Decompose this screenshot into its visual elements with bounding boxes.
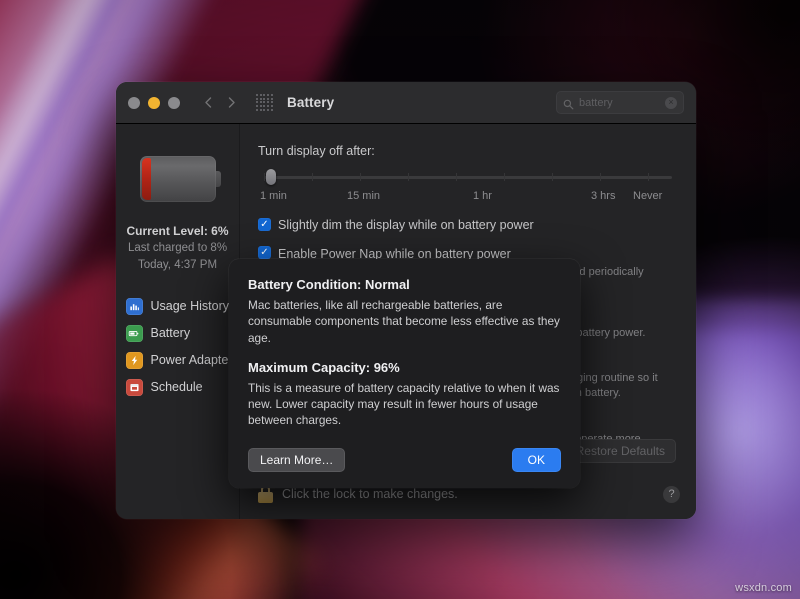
battery-condition-dialog: Battery Condition: Normal Mac batteries,… [229, 259, 580, 488]
slider-tick [408, 173, 409, 181]
sidebar-item-schedule[interactable]: Schedule [126, 374, 240, 401]
dialog-condition-heading: Battery Condition: Normal [248, 277, 561, 292]
minimize-button[interactable] [148, 97, 160, 109]
slider-label-1min: 1 min [260, 190, 287, 202]
dialog-capacity-body: This is a measure of battery capacity re… [248, 380, 561, 429]
dialog-condition-body: Mac batteries, like all rechargeable bat… [248, 297, 561, 346]
slider-tick [600, 173, 601, 181]
battery-level-info: Current Level: 6% Last charged to 8% Tod… [116, 222, 240, 275]
sidebar-item-label: Usage History [151, 299, 230, 313]
checkbox-power-nap[interactable] [258, 246, 271, 259]
restore-defaults-button[interactable]: Restore Defaults [565, 439, 676, 463]
lock-icon[interactable] [258, 485, 273, 503]
sidebar-item-label: Battery [151, 326, 191, 340]
lock-body [258, 492, 273, 503]
search-input-value[interactable]: battery [579, 97, 665, 109]
back-chevron-icon[interactable] [202, 96, 215, 109]
window-toolbar: Battery battery × [116, 82, 696, 124]
zoom-button[interactable] [168, 97, 180, 109]
slider-label-15min: 15 min [347, 190, 380, 202]
sidebar-item-power-adapter[interactable]: Power Adapter [126, 347, 240, 374]
slider-tick [312, 173, 313, 181]
search-icon [563, 97, 574, 108]
window-title: Battery [287, 95, 334, 110]
system-preferences-window: Battery battery × Current Level: 6% Last… [116, 82, 696, 519]
lock-hint-text: Click the lock to make changes. [282, 487, 654, 501]
battery-icon [126, 325, 143, 342]
window-body: Current Level: 6% Last charged to 8% Tod… [116, 124, 696, 519]
sidebar-item-usage-history[interactable]: Usage History [126, 293, 240, 320]
current-level-text: Current Level: 6% [116, 222, 240, 240]
slider-tick [648, 173, 649, 181]
close-button[interactable] [128, 97, 140, 109]
slider-tick-labels: 1 min 15 min 1 hr 3 hrs Never [258, 190, 674, 206]
slider-tick [552, 173, 553, 181]
power-adapter-icon [126, 352, 143, 369]
lock-row: Click the lock to make changes. ? [258, 485, 680, 503]
battery-sidebar: Current Level: 6% Last charged to 8% Tod… [116, 124, 240, 519]
checkbox-label: Slightly dim the display while on batter… [278, 217, 534, 234]
dialog-capacity-heading: Maximum Capacity: 96% [248, 360, 561, 375]
slider-tick [360, 173, 361, 181]
ok-button[interactable]: OK [512, 448, 561, 472]
desktop: wsxdn.com [0, 0, 800, 599]
display-sleep-slider[interactable] [258, 170, 674, 184]
sidebar-item-label: Schedule [151, 380, 203, 394]
dialog-button-row: Learn More… OK [248, 448, 561, 472]
last-charged-text: Last charged to 8% [116, 240, 240, 257]
slider-tick [504, 173, 505, 181]
slider-knob[interactable] [266, 169, 276, 185]
schedule-icon [126, 379, 143, 396]
battery-charge-fill [142, 158, 151, 200]
last-charged-time: Today, 4:37 PM [116, 257, 240, 274]
help-button[interactable]: ? [663, 486, 680, 503]
slider-label-3hrs: 3 hrs [591, 190, 615, 202]
clear-glyph: × [668, 98, 673, 107]
checkbox-dim-display[interactable] [258, 218, 271, 231]
watermark: wsxdn.com [735, 582, 792, 594]
slider-tick [456, 173, 457, 181]
learn-more-button[interactable]: Learn More… [248, 448, 345, 472]
slider-track [264, 176, 672, 179]
navigation-controls [202, 96, 238, 109]
usage-history-icon [126, 298, 143, 315]
slider-label-1hr: 1 hr [473, 190, 492, 202]
slider-tick [264, 173, 265, 181]
sidebar-item-label: Power Adapter [151, 353, 233, 367]
search-clear-icon[interactable]: × [665, 97, 677, 109]
traffic-lights [128, 97, 180, 109]
sidebar-list: Usage History Battery Power Adapter [116, 293, 240, 401]
checkbox-row-dim-display[interactable]: Slightly dim the display while on batter… [258, 217, 674, 234]
forward-chevron-icon[interactable] [225, 96, 238, 109]
show-all-icon[interactable] [256, 94, 273, 111]
search-field[interactable]: battery × [556, 91, 684, 114]
sidebar-item-battery[interactable]: Battery [126, 320, 240, 347]
display-off-label: Turn display off after: [258, 144, 674, 158]
slider-label-never: Never [633, 190, 662, 202]
battery-illustration [140, 156, 216, 202]
